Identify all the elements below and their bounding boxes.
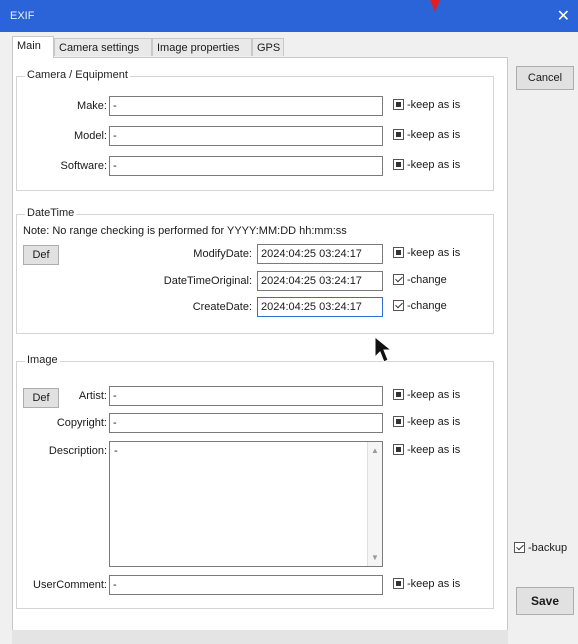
tab-gps[interactable]: GPS bbox=[252, 38, 284, 56]
tab-main[interactable]: Main bbox=[12, 36, 54, 58]
usercomment-field[interactable]: - bbox=[109, 575, 383, 595]
software-field[interactable]: - bbox=[109, 156, 383, 176]
mouse-pointer-icon bbox=[374, 336, 393, 363]
software-option[interactable]: -keep as is bbox=[393, 159, 460, 171]
model-option-label: -keep as is bbox=[407, 129, 461, 141]
image-def-button[interactable]: Def bbox=[23, 388, 59, 408]
artist-option[interactable]: -keep as is bbox=[393, 389, 460, 401]
make-checkbox[interactable] bbox=[393, 99, 404, 110]
image-group: Image Def Artist: - -keep as is Copyrigh… bbox=[16, 354, 494, 609]
model-checkbox[interactable] bbox=[393, 129, 404, 140]
description-option[interactable]: -keep as is bbox=[393, 444, 460, 456]
usercomment-option[interactable]: -keep as is bbox=[393, 578, 460, 590]
image-group-title: Image bbox=[25, 354, 60, 366]
camera-equipment-group: Camera / Equipment Make: - -keep as is M… bbox=[16, 69, 494, 191]
artist-checkbox[interactable] bbox=[393, 389, 404, 400]
marker-arrow-icon bbox=[430, 0, 440, 12]
bottom-strip bbox=[12, 630, 508, 644]
artist-label: Artist: bbox=[78, 390, 107, 402]
createdate-checkbox[interactable] bbox=[393, 300, 404, 311]
usercomment-label: UserComment: bbox=[33, 579, 107, 591]
make-option[interactable]: -keep as is bbox=[393, 99, 460, 111]
description-label: Description: bbox=[48, 445, 107, 457]
software-label: Software: bbox=[60, 160, 107, 172]
description-value: - bbox=[114, 445, 118, 457]
createdate-option[interactable]: -change bbox=[393, 300, 447, 312]
artist-option-label: -keep as is bbox=[407, 389, 461, 401]
copyright-checkbox[interactable] bbox=[393, 416, 404, 427]
description-option-label: -keep as is bbox=[407, 444, 461, 456]
createdate-label: CreateDate: bbox=[192, 301, 252, 313]
datetime-group-title: DateTime bbox=[25, 207, 77, 219]
make-option-label: -keep as is bbox=[407, 99, 461, 111]
camera-group-title: Camera / Equipment bbox=[25, 69, 130, 81]
datetimeoriginal-checkbox[interactable] bbox=[393, 274, 404, 285]
datetimeoriginal-label: DateTimeOriginal: bbox=[163, 275, 252, 287]
make-field[interactable]: - bbox=[109, 96, 383, 116]
datetimeoriginal-option[interactable]: -change bbox=[393, 274, 447, 286]
usercomment-option-label: -keep as is bbox=[407, 578, 461, 590]
backup-option[interactable]: -backup bbox=[514, 542, 567, 554]
tab-image-properties[interactable]: Image properties bbox=[152, 38, 252, 56]
model-field[interactable]: - bbox=[109, 126, 383, 146]
createdate-field[interactable]: 2024:04:25 03:24:17 bbox=[257, 297, 383, 317]
modifydate-checkbox[interactable] bbox=[393, 247, 404, 258]
backup-checkbox[interactable] bbox=[514, 542, 525, 553]
main-panel: Camera / Equipment Make: - -keep as is M… bbox=[12, 57, 508, 644]
datetimeoriginal-field[interactable]: 2024:04:25 03:24:17 bbox=[257, 271, 383, 291]
modifydate-label: ModifyDate: bbox=[193, 248, 252, 260]
datetimeoriginal-option-label: -change bbox=[407, 274, 447, 286]
artist-field[interactable]: - bbox=[109, 386, 383, 406]
description-scrollbar[interactable]: ▲ ▼ bbox=[367, 442, 382, 566]
chevron-down-icon[interactable]: ▼ bbox=[371, 553, 379, 562]
close-icon[interactable]: ✕ bbox=[557, 6, 570, 26]
software-checkbox[interactable] bbox=[393, 159, 404, 170]
chevron-up-icon[interactable]: ▲ bbox=[371, 446, 379, 455]
make-label: Make: bbox=[77, 100, 107, 112]
datetime-def-button[interactable]: Def bbox=[23, 245, 59, 265]
title-bar: EXIF ✕ bbox=[0, 0, 578, 32]
save-button[interactable]: Save bbox=[516, 587, 574, 615]
description-textarea[interactable]: - ▲ ▼ bbox=[109, 441, 383, 567]
software-option-label: -keep as is bbox=[407, 159, 461, 171]
tab-camera-settings[interactable]: Camera settings bbox=[54, 38, 152, 56]
description-checkbox[interactable] bbox=[393, 444, 404, 455]
copyright-option-label: -keep as is bbox=[407, 416, 461, 428]
modifydate-field[interactable]: 2024:04:25 03:24:17 bbox=[257, 244, 383, 264]
cancel-button[interactable]: Cancel bbox=[516, 66, 574, 90]
copyright-option[interactable]: -keep as is bbox=[393, 416, 460, 428]
modifydate-option[interactable]: -keep as is bbox=[393, 247, 460, 259]
usercomment-checkbox[interactable] bbox=[393, 578, 404, 589]
model-option[interactable]: -keep as is bbox=[393, 129, 460, 141]
backup-option-label: -backup bbox=[528, 542, 568, 554]
createdate-option-label: -change bbox=[407, 300, 447, 312]
copyright-label: Copyright: bbox=[56, 417, 107, 429]
window-title: EXIF bbox=[10, 10, 35, 22]
modifydate-option-label: -keep as is bbox=[407, 247, 461, 259]
model-label: Model: bbox=[73, 130, 107, 142]
datetime-note: Note: No range checking is performed for… bbox=[23, 225, 347, 237]
datetime-group: DateTime Note: No range checking is perf… bbox=[16, 207, 494, 334]
copyright-field[interactable]: - bbox=[109, 413, 383, 433]
